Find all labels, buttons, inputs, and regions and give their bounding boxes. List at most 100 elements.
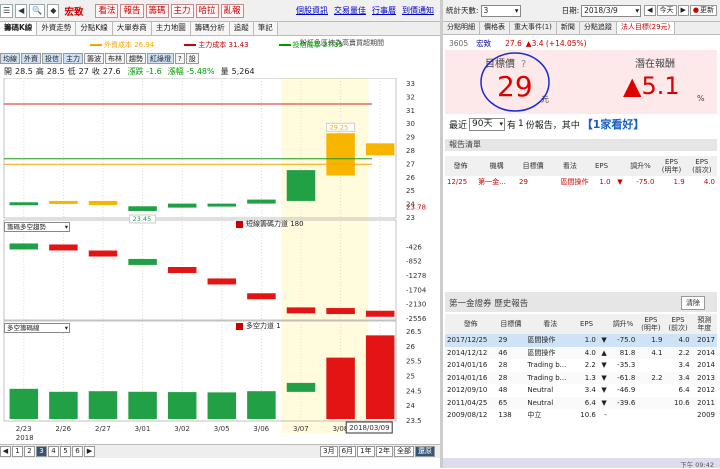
range-button-1[interactable]: 6月 bbox=[338, 446, 357, 457]
refresh-button[interactable]: ● 更新 bbox=[689, 5, 717, 16]
toolbar-link-2[interactable]: 行事曆 bbox=[372, 5, 396, 16]
prev-day-button[interactable]: ◀ bbox=[644, 5, 656, 16]
toolbar-button-5[interactable]: 亂報 bbox=[220, 3, 244, 18]
page-button-4[interactable]: 5 bbox=[60, 446, 71, 457]
col-header-5 bbox=[613, 156, 625, 176]
range-button-4[interactable]: 全部 bbox=[394, 446, 414, 457]
table-row[interactable]: 2014/12/12 46 區間操作 4.0 ▲ 81.8 4.1 2.2 2014 bbox=[445, 346, 717, 359]
toolbar-button-3[interactable]: 主力 bbox=[170, 3, 194, 18]
table-cell: 3.4 bbox=[678, 373, 690, 382]
stock-next-button[interactable]: ◆ bbox=[47, 3, 60, 18]
toolbar-link-1[interactable]: 交易量佳 bbox=[334, 5, 366, 16]
chart-tab-6[interactable]: 追蹤 bbox=[229, 22, 254, 35]
table-cell: -46.9 bbox=[617, 386, 636, 395]
candle-3/07 bbox=[286, 170, 316, 201]
toolbar-button-4[interactable]: 哈拉 bbox=[195, 3, 219, 18]
recent-count: 1 bbox=[518, 119, 524, 129]
toolbar-button-1[interactable]: 報告 bbox=[120, 3, 144, 18]
panel3-select[interactable]: 多空籌碼線 ▾ bbox=[4, 323, 70, 333]
toolbar-button-0[interactable]: 看法 bbox=[95, 3, 119, 18]
date-field[interactable]: 2018/3/9 ▾ bbox=[581, 4, 642, 17]
page-button-1[interactable]: 2 bbox=[24, 446, 35, 457]
table-cell: 138 bbox=[498, 411, 512, 420]
table-cell: 2013 bbox=[697, 373, 715, 382]
table-cell: 中立 bbox=[527, 411, 542, 420]
indicator-button-7[interactable]: 紅綠燈 bbox=[147, 52, 174, 64]
scroll-left-button[interactable]: ◀ bbox=[0, 446, 11, 457]
table-cell: ▼ bbox=[617, 178, 623, 187]
chart-tab-2[interactable]: 分點K線 bbox=[76, 22, 113, 35]
p2-bar-1 bbox=[49, 244, 78, 251]
p2-bar-4 bbox=[167, 267, 197, 274]
col-header-0: 發佈 bbox=[453, 162, 468, 170]
panel2-select[interactable]: 籌碼多空趨勢 ▾ bbox=[4, 222, 70, 232]
indicator-button-2[interactable]: 投信 bbox=[42, 52, 62, 64]
right-tab-0[interactable]: 分點明細 bbox=[443, 22, 480, 34]
date-tick-1: 2/26 bbox=[55, 425, 71, 433]
panel-splitter[interactable] bbox=[440, 0, 443, 468]
clear-button[interactable]: 清除 bbox=[681, 296, 705, 310]
right-tab-3[interactable]: 新聞 bbox=[557, 22, 580, 34]
indicator-button-4[interactable]: 籌波 bbox=[84, 52, 104, 64]
indicator-extra-0[interactable]: ? bbox=[175, 52, 185, 64]
date-tick-0: 2/23 bbox=[16, 425, 32, 433]
p2-axis-tick: -426 bbox=[406, 243, 422, 251]
low-label: 低 bbox=[67, 67, 76, 76]
table-row[interactable]: 2017/12/25 29 區間操作 1.0 ▼ -75.0 1.9 4.0 2017 bbox=[445, 334, 717, 347]
table-cell: 6.4 bbox=[584, 398, 596, 407]
today-button[interactable]: 今天 bbox=[656, 5, 677, 16]
range-button-0[interactable]: 3月 bbox=[320, 446, 338, 457]
indicator-extra-1[interactable]: 設 bbox=[185, 52, 199, 64]
table-row[interactable]: 2014/01/16 28 Trading b... 2.2 ▼ -35.3 3.4 2014 bbox=[445, 359, 717, 372]
right-tab-5[interactable]: 法人目標(29元) bbox=[616, 22, 676, 34]
chart-tab-5[interactable]: 籌碼分析 bbox=[190, 22, 230, 35]
table-row[interactable]: 12/25 第一金... 29 區間操作 1.0 ▼ -75.0 1.9 4.0 bbox=[445, 176, 717, 189]
chart-tab-7[interactable]: 筆記 bbox=[253, 22, 278, 35]
next-day-button[interactable]: ▶ bbox=[677, 5, 689, 16]
recent-range-select[interactable]: 90天 ▾ bbox=[469, 117, 506, 131]
page-button-5[interactable]: 6 bbox=[72, 446, 83, 457]
range-button-5[interactable]: 還原 bbox=[415, 446, 435, 457]
table-row[interactable]: 2012/09/10 48 Neutral 3.4 ▼ -46.9 6.4 2012 bbox=[445, 384, 717, 397]
range-button-3[interactable]: 2年 bbox=[375, 446, 393, 457]
stats-days-select[interactable]: 3 ▾ bbox=[480, 4, 521, 17]
right-tab-2[interactable]: 重大事件(1) bbox=[510, 22, 557, 34]
chart-tab-3[interactable]: 大單券商 bbox=[112, 22, 152, 35]
table-row[interactable]: 2009/08/12 138 中立 10.6- 2009 bbox=[445, 409, 717, 422]
toolbar-link-0[interactable]: 個股資訊 bbox=[296, 5, 328, 16]
table-cell: -61.8 bbox=[617, 373, 636, 382]
page-button-3[interactable]: 4 bbox=[48, 446, 59, 457]
indicator-button-1[interactable]: 外資 bbox=[21, 52, 41, 64]
page-button-0[interactable]: 1 bbox=[12, 446, 23, 457]
table-cell bbox=[609, 409, 638, 422]
table-cell: 2017/12/25 bbox=[447, 336, 488, 345]
indicator-button-6[interactable]: 趨勢 bbox=[126, 52, 146, 64]
stats-days-label: 統計天數: bbox=[446, 6, 479, 15]
page-button-2[interactable]: 3 bbox=[36, 446, 47, 457]
table-cell: -75.0 bbox=[617, 336, 636, 345]
chart-tab-0[interactable]: 籌碼K線 bbox=[0, 22, 38, 35]
stock-code: 3605 bbox=[449, 39, 469, 48]
indicator-button-0[interactable]: 均線 bbox=[0, 52, 20, 64]
range-button-2[interactable]: 1年 bbox=[357, 446, 375, 457]
table-row[interactable]: 2011/04/25 65 Neutral 6.4 ▼ -39.6 10.6 2011 bbox=[445, 396, 717, 409]
panel2-header: 籌碼多空趨勢 ▾ bbox=[4, 222, 70, 232]
toolbar-link-3[interactable]: 到價通知 bbox=[402, 5, 434, 16]
p3-bar-7 bbox=[286, 382, 316, 392]
stock-name: 宏致 bbox=[64, 6, 84, 18]
right-tab-4[interactable]: 分點追蹤 bbox=[580, 22, 617, 34]
toolbar-button-2[interactable]: 籌碼 bbox=[145, 3, 169, 18]
chart-tab-1[interactable]: 外資走勢 bbox=[37, 22, 77, 35]
scroll-right-button[interactable]: ▶ bbox=[84, 446, 95, 457]
table-row[interactable]: 2014/01/16 28 Trading b... 1.3 ▼ -61.8 2.2 3.4 2… bbox=[445, 371, 717, 384]
stock-prev-button[interactable]: ◀ bbox=[15, 3, 28, 18]
table-cell: 4.0 bbox=[678, 336, 690, 345]
right-tab-1[interactable]: 價格表 bbox=[480, 22, 510, 34]
stock-menu-button[interactable]: ☰ bbox=[0, 3, 14, 18]
stock-search-button[interactable]: 🔍 bbox=[29, 3, 46, 18]
price-chart[interactable]: 33 32 31 30 29 28 27 26 25 24 23.78 23 29.25 23.45 -42… bbox=[0, 78, 440, 444]
indicator-button-5[interactable]: 布林 bbox=[105, 52, 125, 64]
p3-bar-0 bbox=[9, 388, 39, 419]
chart-tab-4[interactable]: 主力地圖 bbox=[151, 22, 191, 35]
indicator-button-3[interactable]: 主力 bbox=[63, 52, 83, 64]
